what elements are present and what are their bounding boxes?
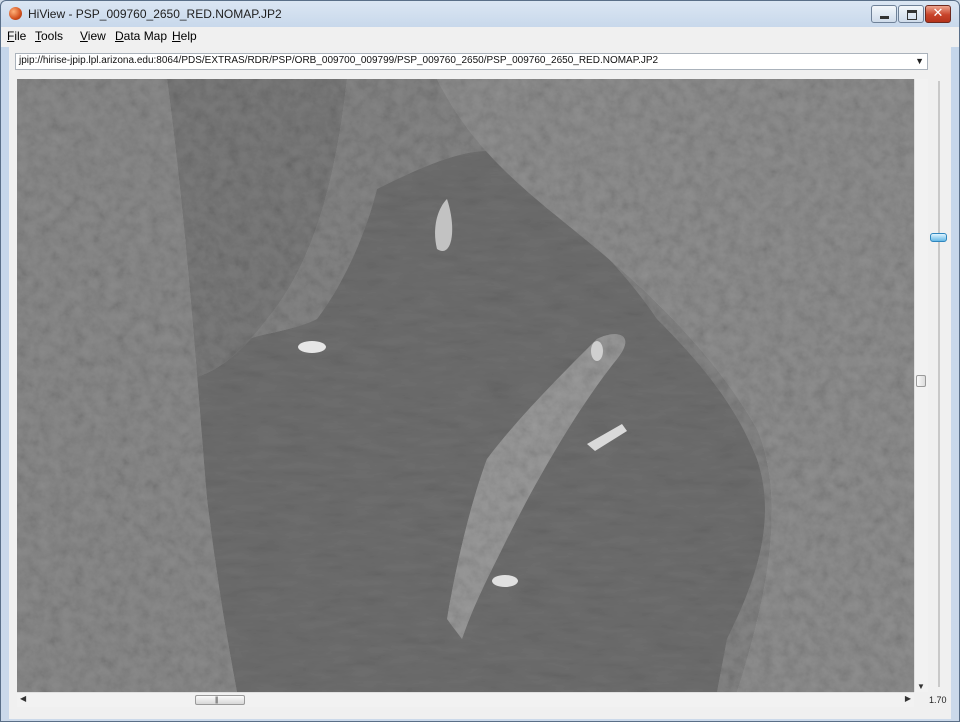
horizontal-scroll-thumb[interactable]: ||| — [195, 695, 245, 705]
scroll-left-arrow-icon[interactable]: ◀ — [20, 694, 26, 703]
scroll-down-arrow-icon[interactable]: ▼ — [917, 682, 925, 691]
menu-tools[interactable]: Tools — [35, 29, 63, 43]
menu-file[interactable]: File — [7, 29, 26, 43]
menu-view[interactable]: View — [80, 29, 106, 43]
menu-help[interactable]: Help — [172, 29, 197, 43]
image-viewport[interactable] — [17, 79, 914, 692]
bright-patch-3 — [591, 341, 603, 361]
maximize-button[interactable] — [898, 5, 924, 23]
close-icon: ✕ — [932, 6, 944, 21]
zoom-slider-thumb[interactable] — [930, 233, 947, 242]
app-window: HiView - PSP_009760_2650_RED.NOMAP.JP2 ✕… — [0, 0, 960, 722]
source-url-text: jpip://hirise-jpip.lpl.arizona.edu:8064/… — [19, 55, 659, 66]
grip-icon: ||| — [215, 697, 219, 704]
zoom-slider[interactable] — [927, 79, 951, 692]
title-bar[interactable]: HiView - PSP_009760_2650_RED.NOMAP.JP2 ✕ — [1, 1, 959, 27]
maximize-icon — [907, 10, 917, 20]
close-button[interactable]: ✕ — [925, 5, 951, 23]
source-url-combobox[interactable]: jpip://hirise-jpip.lpl.arizona.edu:8064/… — [15, 53, 928, 70]
window-title: HiView - PSP_009760_2650_RED.NOMAP.JP2 — [28, 7, 282, 21]
zoom-level-label: 1.70 — [929, 695, 947, 705]
bright-patch-2 — [492, 575, 518, 587]
mars-terrain-image[interactable] — [17, 79, 914, 692]
main-content: jpip://hirise-jpip.lpl.arizona.edu:8064/… — [9, 47, 951, 719]
chevron-down-icon[interactable]: ▼ — [915, 56, 924, 66]
minimize-icon — [880, 16, 889, 19]
app-icon[interactable] — [9, 7, 22, 20]
scroll-right-arrow-icon[interactable]: ▶ — [905, 694, 911, 703]
horizontal-scrollbar[interactable]: ◀ ||| ▶ — [17, 692, 914, 707]
menu-data-map[interactable]: Data Map — [115, 29, 167, 43]
vertical-scrollbar[interactable]: ▼ — [914, 79, 928, 692]
bright-patch-1 — [298, 341, 326, 353]
menu-bar: File Tools View Data Map Help — [1, 27, 959, 47]
minimize-button[interactable] — [871, 5, 897, 23]
vertical-scroll-thumb[interactable] — [916, 375, 926, 387]
zoom-slider-track — [938, 81, 940, 687]
